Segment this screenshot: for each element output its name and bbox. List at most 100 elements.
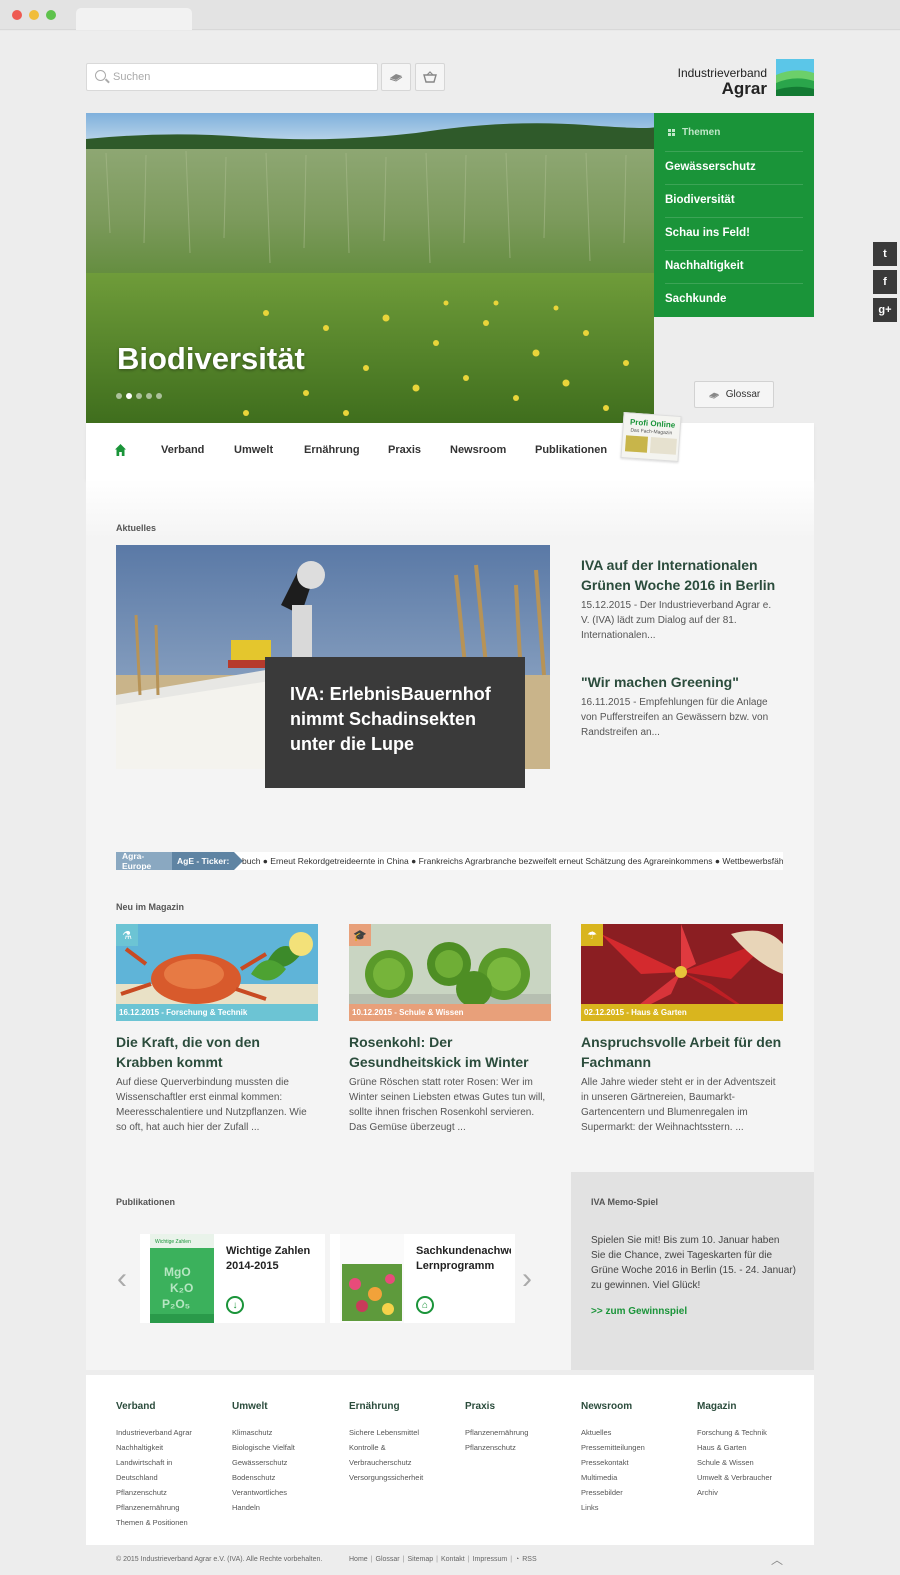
footer-link[interactable]: Pflanzenschutz bbox=[116, 1485, 226, 1500]
nav-item-praxis[interactable]: Praxis bbox=[388, 444, 421, 456]
footer-link[interactable]: Links bbox=[581, 1500, 691, 1515]
footer-link[interactable]: Multimedia bbox=[581, 1470, 691, 1485]
profi-online-badge[interactable]: Profi Online Das Fach-Magazin bbox=[620, 412, 682, 462]
footer-link[interactable]: Pflanzenschutz bbox=[465, 1440, 575, 1455]
footer-link[interactable]: Schule & Wissen bbox=[697, 1455, 807, 1470]
chevron-up-icon[interactable]: ︿ bbox=[771, 1551, 783, 1568]
magazine-card-title[interactable]: Anspruchsvolle Arbeit für den Fachmann bbox=[581, 1032, 783, 1072]
footer-link[interactable]: Pflanzenernährung bbox=[465, 1425, 575, 1440]
publication-cover[interactable]: Wichtige Zahlen MgO K₂O P₂O₅ bbox=[150, 1234, 214, 1323]
ticker-text[interactable]: buch ● Erneut Rekordgetreideernte in Chi… bbox=[242, 852, 783, 870]
footer-link[interactable]: Sichere Lebensmittel bbox=[349, 1425, 459, 1440]
footer-link-sitemap[interactable]: Sitemap bbox=[407, 1556, 433, 1563]
footer-heading[interactable]: Verband bbox=[116, 1401, 226, 1412]
footer-link-impressum[interactable]: Impressum bbox=[473, 1556, 508, 1563]
themen-item-gewaesserschutz[interactable]: Gewässerschutz bbox=[665, 161, 810, 173]
nav-item-verband[interactable]: Verband bbox=[161, 444, 204, 456]
footer-link[interactable]: Pflanzenernährung bbox=[116, 1500, 226, 1515]
search-box[interactable] bbox=[86, 63, 378, 91]
footer-link[interactable]: Archiv bbox=[697, 1485, 807, 1500]
prev-arrow-icon[interactable]: ‹ bbox=[117, 1262, 127, 1296]
publication-title[interactable]: Sachkundenachweis Lernprogramm bbox=[416, 1244, 511, 1274]
footer-link[interactable]: Industrieverband Agrar bbox=[116, 1425, 226, 1440]
logo-text[interactable]: Industrieverband Agrar bbox=[660, 66, 767, 98]
footer-link[interactable]: Forschung & Technik bbox=[697, 1425, 807, 1440]
facebook-button[interactable]: f bbox=[873, 270, 897, 294]
news-item-title[interactable]: "Wir machen Greening" bbox=[581, 672, 791, 692]
themen-item-schau-ins-feld[interactable]: Schau ins Feld! bbox=[665, 227, 810, 239]
magazine-card-title[interactable]: Die Kraft, die von den Krabben kommt bbox=[116, 1032, 318, 1072]
magazine-card-image[interactable]: ☂ 02.12.2015 - Haus & Garten bbox=[581, 924, 783, 1021]
hero-slider[interactable]: Biodiversität bbox=[86, 113, 654, 423]
close-window-button[interactable] bbox=[12, 10, 22, 20]
slider-dot[interactable] bbox=[146, 393, 152, 399]
basket-button[interactable] bbox=[415, 63, 445, 91]
themen-item-sachkunde[interactable]: Sachkunde bbox=[665, 293, 810, 305]
google-plus-button[interactable]: g+ bbox=[873, 298, 897, 322]
publication-card[interactable]: Sachkundenachweis Lernprogramm ⌂ bbox=[330, 1234, 515, 1323]
glossar-button[interactable]: Glossar bbox=[694, 381, 774, 408]
download-icon[interactable]: ↓ bbox=[226, 1296, 244, 1314]
footer-link[interactable]: Umwelt & Verbraucher bbox=[697, 1470, 807, 1485]
footer-link[interactable]: Aktuelles bbox=[581, 1425, 691, 1440]
magazine-card-image[interactable]: 🎓 10.12.2015 - Schule & Wissen bbox=[349, 924, 551, 1021]
footer-link-home[interactable]: Home bbox=[349, 1556, 368, 1563]
featured-news-title[interactable]: IVA: ErlebnisBauernhof nimmt Schadinsekt… bbox=[290, 682, 500, 757]
news-ticker[interactable]: Agra-Europe AgE - Ticker: buch ● Erneut … bbox=[116, 852, 783, 870]
footer-link[interactable]: Landwirtschaft in bbox=[116, 1455, 226, 1470]
footer-link[interactable]: Haus & Garten bbox=[697, 1440, 807, 1455]
footer-heading[interactable]: Magazin bbox=[697, 1401, 807, 1412]
slider-dot[interactable] bbox=[136, 393, 142, 399]
footer-link-kontakt[interactable]: Kontakt bbox=[441, 1556, 465, 1563]
home-icon[interactable] bbox=[115, 444, 126, 456]
cart-icon[interactable]: ⌂ bbox=[416, 1296, 434, 1314]
nav-item-newsroom[interactable]: Newsroom bbox=[450, 444, 506, 456]
footer-link[interactable]: Klimaschutz bbox=[232, 1425, 342, 1440]
footer-heading[interactable]: Umwelt bbox=[232, 1401, 342, 1412]
footer-heading[interactable]: Newsroom bbox=[581, 1401, 691, 1412]
footer-link[interactable]: Verbraucherschutz bbox=[349, 1455, 459, 1470]
footer-link[interactable]: Bodenschutz bbox=[232, 1470, 342, 1485]
hero-title[interactable]: Biodiversität bbox=[117, 341, 305, 377]
publication-cover[interactable] bbox=[340, 1234, 404, 1323]
slider-dot-active[interactable] bbox=[126, 393, 132, 399]
footer-link[interactable]: Biologische Vielfalt bbox=[232, 1440, 342, 1455]
maximize-window-button[interactable] bbox=[46, 10, 56, 20]
slider-dot[interactable] bbox=[156, 393, 162, 399]
footer-link[interactable]: Kontrolle & bbox=[349, 1440, 459, 1455]
footer-link-rss[interactable]: RSS bbox=[522, 1556, 536, 1563]
footer-link[interactable]: Nachhaltigkeit bbox=[116, 1440, 226, 1455]
publication-title[interactable]: Wichtige Zahlen 2014-2015 bbox=[226, 1244, 321, 1274]
twitter-button[interactable]: t bbox=[873, 242, 897, 266]
nav-item-umwelt[interactable]: Umwelt bbox=[234, 444, 273, 456]
magazine-card-image[interactable]: ⚗ 16.12.2015 - Forschung & Technik bbox=[116, 924, 318, 1021]
footer-link[interactable]: Pressebilder bbox=[581, 1485, 691, 1500]
footer-link[interactable]: Deutschland bbox=[116, 1470, 226, 1485]
footer-heading[interactable]: Praxis bbox=[465, 1401, 575, 1412]
magazine-card-title[interactable]: Rosenkohl: Der Gesundheitskick im Winter bbox=[349, 1032, 551, 1072]
publication-card[interactable]: Wichtige Zahlen MgO K₂O P₂O₅ Wichtige Za… bbox=[140, 1234, 325, 1323]
themen-item-nachhaltigkeit[interactable]: Nachhaltigkeit bbox=[665, 260, 810, 272]
nav-item-ernaehrung[interactable]: Ernährung bbox=[304, 444, 360, 456]
slider-dot[interactable] bbox=[116, 393, 122, 399]
footer-link-glossar[interactable]: Glossar bbox=[376, 1556, 400, 1563]
footer-link[interactable]: Themen & Positionen bbox=[116, 1515, 226, 1530]
featured-news-overlay[interactable]: IVA: ErlebnisBauernhof nimmt Schadinsekt… bbox=[265, 657, 525, 788]
footer-heading[interactable]: Ernährung bbox=[349, 1401, 459, 1412]
next-arrow-icon[interactable]: › bbox=[522, 1262, 532, 1296]
themen-item-biodiversitaet[interactable]: Biodiversität bbox=[665, 194, 810, 206]
footer-link[interactable]: Gewässerschutz bbox=[232, 1455, 342, 1470]
footer-link[interactable]: Handeln bbox=[232, 1500, 342, 1515]
footer-link[interactable]: Pressemitteilungen bbox=[581, 1440, 691, 1455]
minimize-window-button[interactable] bbox=[29, 10, 39, 20]
glossary-button[interactable] bbox=[381, 63, 411, 91]
logo-mark-icon[interactable] bbox=[776, 59, 814, 96]
news-item-title[interactable]: IVA auf der Internationalen Grünen Woche… bbox=[581, 555, 791, 595]
memo-link[interactable]: >> zum Gewinnspiel bbox=[591, 1306, 687, 1317]
browser-tab[interactable] bbox=[76, 8, 192, 30]
footer-link[interactable]: Pressekontakt bbox=[581, 1455, 691, 1470]
footer-link[interactable]: Versorgungssicherheit bbox=[349, 1470, 459, 1485]
search-input[interactable] bbox=[113, 64, 373, 90]
footer-link[interactable]: Verantwortliches bbox=[232, 1485, 342, 1500]
nav-item-publikationen[interactable]: Publikationen bbox=[535, 444, 607, 456]
